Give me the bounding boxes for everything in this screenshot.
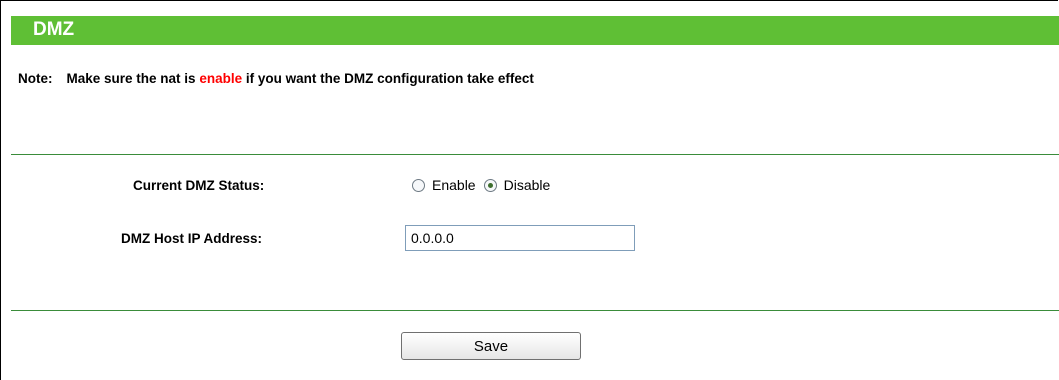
enable-radio[interactable] [412, 178, 425, 192]
save-button[interactable]: Save [401, 332, 581, 360]
dmz-status-radio-group: Enable Disable [412, 177, 558, 193]
divider-bottom [11, 310, 1059, 311]
disable-radio-label[interactable]: Disable [504, 177, 551, 193]
note-label: Note: [18, 71, 53, 86]
note-text-before: Make sure the nat is [66, 71, 200, 86]
disable-radio[interactable] [483, 178, 497, 192]
dmz-host-ip-label: DMZ Host IP Address: [121, 231, 263, 246]
title-bar: DMZ [11, 16, 1059, 45]
note-highlight: enable [199, 71, 243, 86]
note-message: Note: Make sure the nat is enable if you … [18, 71, 534, 86]
dmz-host-ip-input[interactable] [405, 225, 635, 251]
dmz-status-label: Current DMZ Status: [133, 178, 265, 193]
note-text-after: if you want the DMZ configuration take e… [242, 71, 534, 86]
page-title: DMZ [33, 19, 75, 40]
divider-top [11, 154, 1059, 155]
enable-radio-label[interactable]: Enable [432, 177, 476, 193]
radio-selected-dot [487, 182, 493, 188]
